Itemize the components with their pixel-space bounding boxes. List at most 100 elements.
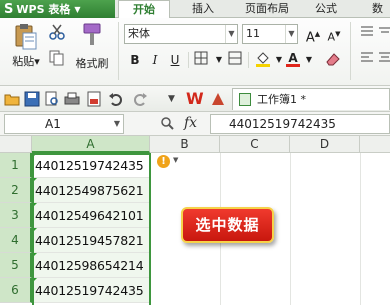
error-indicator-icon [32,253,37,258]
merge-cells-icon [228,51,242,65]
clear-format-button[interactable] [324,51,342,69]
paint-bucket-icon [256,52,270,67]
tab-formulas[interactable]: 公式 [304,0,348,18]
chevron-down-icon: ▼ [275,55,283,64]
wps-w-logo-icon[interactable]: W [186,89,204,108]
row-header[interactable]: 5 [0,253,32,278]
ribbon-divider [248,52,249,68]
row-header[interactable]: 2 [0,178,32,203]
quick-access-toolbar: ▼ W 工作簿1 * [0,86,390,112]
font-size-combo[interactable]: 11 ▼ [242,24,298,44]
align-left-button[interactable] [358,51,376,69]
row-header[interactable]: 3 [0,203,32,228]
workbook-tab[interactable]: 工作簿1 * [232,88,390,110]
format-painter-button[interactable]: 格式刷 [72,22,112,71]
customize-toolbar-dropdown[interactable]: ▼ [168,94,175,104]
cell-a6[interactable]: 44012519742435 [32,278,150,303]
column-header-b[interactable]: B [150,136,220,153]
align-left-icon [361,52,373,62]
column-header-c[interactable]: C [220,136,290,153]
app-menu-button[interactable]: S WPS 表格 ▼ [0,0,115,18]
save-icon[interactable] [24,91,40,107]
spreadsheet-icon [239,93,251,106]
workbook-tab-label: 工作簿1 * [257,93,306,106]
grow-font-button[interactable]: A▲ [304,25,322,46]
chevron-down-icon: ▼ [74,4,81,14]
error-indicator-icon [32,228,37,233]
cut-button[interactable] [48,24,66,42]
ribbon-divider [118,22,119,80]
bold-button[interactable]: B [126,51,144,69]
column-header-e[interactable] [360,136,390,153]
tab-home[interactable]: 开始 [118,0,170,19]
italic-button[interactable]: I [146,51,164,69]
insert-function-button[interactable]: fx [184,115,197,131]
cell-a4[interactable]: 44012519457821 [32,228,150,253]
shrink-arrow-icon: ▼ [335,30,341,38]
font-color-letter: A [288,51,298,65]
ribbon-divider [350,22,351,80]
row-header[interactable]: 6 [0,278,32,303]
cell-a3[interactable]: 44012549642101 [32,203,150,228]
merge-button[interactable] [226,51,244,69]
name-box[interactable]: A1 ▼ [4,114,124,134]
cell-a5[interactable]: 44012598654214 [32,253,150,278]
cell-value: 44012519457821 [35,233,144,248]
template-icon[interactable] [210,91,226,107]
copy-button[interactable] [48,50,66,68]
open-folder-icon[interactable] [4,91,20,107]
undo-icon[interactable] [108,91,124,107]
print-preview-icon[interactable] [44,91,60,107]
font-color-dropdown[interactable]: ▼ [300,51,318,69]
formula-input[interactable]: 440125197424​35 [210,114,390,134]
chevron-down-icon: ▼ [305,55,313,64]
row-header[interactable]: 1 [0,153,32,178]
tab-insert[interactable]: 插入 [180,0,226,18]
eraser-icon [326,53,340,66]
paste-label: 粘贴▾ [12,55,40,68]
borders-icon [194,51,208,65]
grow-font-label: A [305,30,315,46]
print-icon[interactable] [64,91,80,107]
app-title: WPS 表格 [16,3,71,16]
font-color-swatch [286,64,300,67]
name-box-value: A1 [45,117,61,131]
shrink-font-label: A [327,30,336,44]
error-indicator-icon [32,278,37,283]
align-center-button[interactable] [376,51,390,69]
row-header[interactable]: 4 [0,228,32,253]
scissors-icon [49,24,65,40]
align-top-button[interactable] [358,25,376,43]
cell-value: 44012549642101 [35,208,144,223]
borders-button[interactable] [192,51,210,69]
tab-data[interactable]: 数 [365,0,390,18]
cell-a2[interactable]: 44012549875621 [32,178,150,203]
select-all-corner[interactable] [0,136,32,153]
export-pdf-icon[interactable] [86,91,102,107]
ribbon-tab-bar: S WPS 表格 ▼ 开始 插入 页面布局 公式 数 [0,0,390,19]
column-header-a[interactable]: A [32,136,150,153]
column-header-d[interactable]: D [290,136,360,153]
paste-button[interactable]: 粘贴▾ [6,22,46,69]
align-middle-button[interactable] [376,25,390,43]
format-painter-icon [83,23,101,45]
error-indicator-icon [32,178,37,183]
error-check-button[interactable]: ! ▼ [157,155,183,169]
font-name-value: 宋体 [128,27,150,40]
error-indicator-icon [32,153,37,158]
underline-button[interactable]: U [166,51,184,69]
chevron-down-icon: ▼ [173,156,179,164]
align-lines-icon [379,27,390,33]
zoom-icon[interactable] [160,116,174,134]
paste-icon [15,24,37,50]
tab-page-layout[interactable]: 页面布局 [236,0,298,18]
warning-icon: ! [157,155,170,168]
cell-a1[interactable]: 44012519742435 [32,153,150,178]
redo-icon[interactable] [132,91,148,107]
shrink-font-button[interactable]: A▼ [325,25,343,44]
font-name-combo[interactable]: 宋体 ▼ [124,24,238,44]
ribbon-home: 粘贴▾ 格式刷 宋体 ▼ 11 ▼ A▲ A▼ B I U ▼ ▼ A ▼ [0,18,390,86]
gridline [290,153,291,305]
font-size-value: 11 [246,27,260,40]
chevron-down-icon: ▼ [285,25,297,43]
